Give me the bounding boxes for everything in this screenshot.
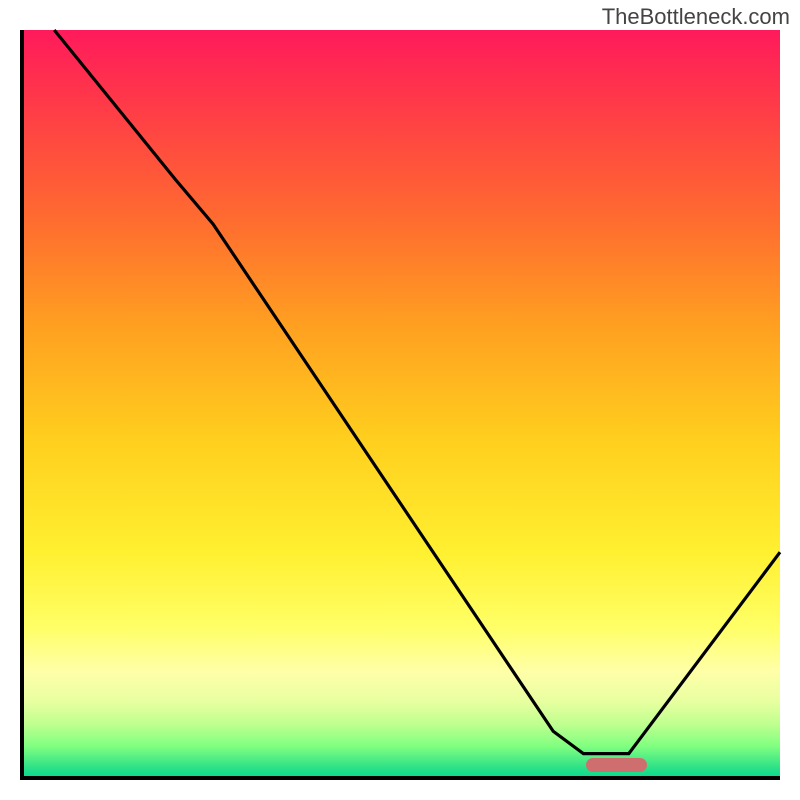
watermark-text: TheBottleneck.com (602, 4, 790, 30)
optimal-marker (586, 758, 647, 772)
plot-area (20, 30, 780, 780)
bottleneck-curve (54, 30, 780, 754)
chart-svg (24, 30, 780, 776)
